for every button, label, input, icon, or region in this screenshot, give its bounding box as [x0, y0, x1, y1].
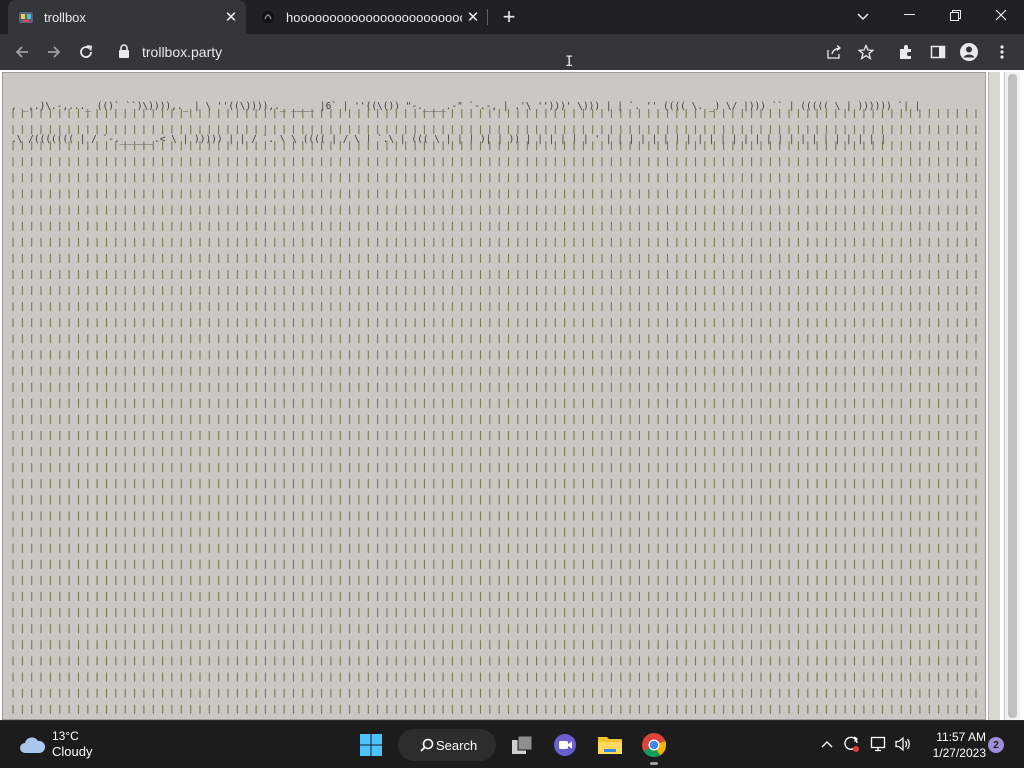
- sync-alert-icon[interactable]: [840, 733, 862, 755]
- running-app-indicator: [650, 762, 658, 765]
- share-icon[interactable]: [820, 38, 848, 66]
- file-explorer-folder-icon[interactable]: [594, 729, 626, 761]
- inner-scrollbar[interactable]: [988, 72, 1000, 720]
- extensions-puzzle-icon[interactable]: [892, 38, 920, 66]
- search-icon: [420, 738, 434, 752]
- tab-search-chevron-down-icon[interactable]: [852, 6, 874, 28]
- task-view-icon[interactable]: [506, 729, 538, 761]
- tab-title: trollbox: [44, 9, 86, 25]
- tab-title: hoooooooooooooooooooooooooooo: [286, 9, 462, 25]
- reload-icon[interactable]: [72, 38, 100, 66]
- clock-time: 11:57 AM: [936, 730, 986, 744]
- tab-close-icon[interactable]: ✕: [220, 6, 242, 28]
- ascii-bar-pattern: [12, 109, 977, 714]
- search-label: Search: [436, 737, 478, 753]
- bookmark-star-icon[interactable]: [852, 38, 880, 66]
- window-controls: [886, 0, 1024, 30]
- tab-separator: [487, 9, 488, 25]
- site-favicon-icon: [262, 11, 274, 23]
- tab-strip: trollbox ✕ hoooooooooooooooooooooooooooo…: [0, 0, 1024, 34]
- address-url: trollbox.party: [142, 44, 223, 60]
- clock-date: 1/27/2023: [932, 746, 986, 760]
- trollbox-chat-area[interactable]: , _,.)\.-,..._ (()` ``)\)))),._ | \ ''((…: [2, 72, 986, 720]
- tab-trollbox[interactable]: trollbox ✕: [8, 0, 246, 34]
- system-clock[interactable]: 11:57 AM 1/27/2023: [922, 729, 986, 761]
- notification-badge[interactable]: 2: [988, 737, 1004, 753]
- tab-hooo[interactable]: hoooooooooooooooooooooooooooo ✕: [248, 0, 488, 34]
- weather-widget[interactable]: 13°C Cloudy: [18, 729, 92, 760]
- minimize-icon[interactable]: [886, 0, 932, 30]
- page-scrollbar[interactable]: [1004, 72, 1020, 720]
- new-tab-icon[interactable]: +: [497, 4, 521, 29]
- address-bar[interactable]: trollbox.party: [108, 37, 888, 67]
- lock-icon[interactable]: [118, 44, 130, 59]
- forward-arrow-icon[interactable]: [40, 38, 68, 66]
- tab-close-icon[interactable]: ✕: [462, 6, 484, 28]
- profile-avatar-icon[interactable]: [955, 38, 983, 66]
- taskbar-search-button[interactable]: Search: [398, 729, 496, 761]
- back-arrow-icon[interactable]: [8, 38, 36, 66]
- restore-icon[interactable]: [932, 0, 978, 30]
- windows-taskbar: 13°C Cloudy Search 11:57 AM 1/27/2023 2: [0, 720, 1024, 768]
- close-window-icon[interactable]: [978, 0, 1024, 30]
- bar-glyphs: [12, 109, 977, 714]
- chrome-browser-icon[interactable]: [638, 729, 670, 761]
- text-cursor-icon: I: [565, 54, 574, 70]
- browser-toolbar: trollbox.party: [0, 34, 1024, 70]
- start-windows-icon[interactable]: [355, 729, 387, 761]
- volume-speaker-icon[interactable]: [892, 733, 914, 755]
- page-viewport: , _,.)\.-,..._ (()` ``)\)))),._ | \ ''((…: [0, 70, 1024, 720]
- cloud-icon: [20, 736, 46, 753]
- show-hidden-icons-chevron-up-icon[interactable]: [816, 733, 838, 755]
- menu-kebab-icon[interactable]: [988, 38, 1016, 66]
- side-panel-icon[interactable]: [924, 38, 952, 66]
- weather-condition: Cloudy: [52, 744, 93, 759]
- scrollbar-thumb[interactable]: [1008, 74, 1017, 718]
- weather-temp: 13°C: [52, 729, 79, 743]
- network-monitor-icon[interactable]: [868, 733, 890, 755]
- teams-chat-icon[interactable]: [549, 729, 581, 761]
- trollbox-favicon-icon: [19, 12, 33, 23]
